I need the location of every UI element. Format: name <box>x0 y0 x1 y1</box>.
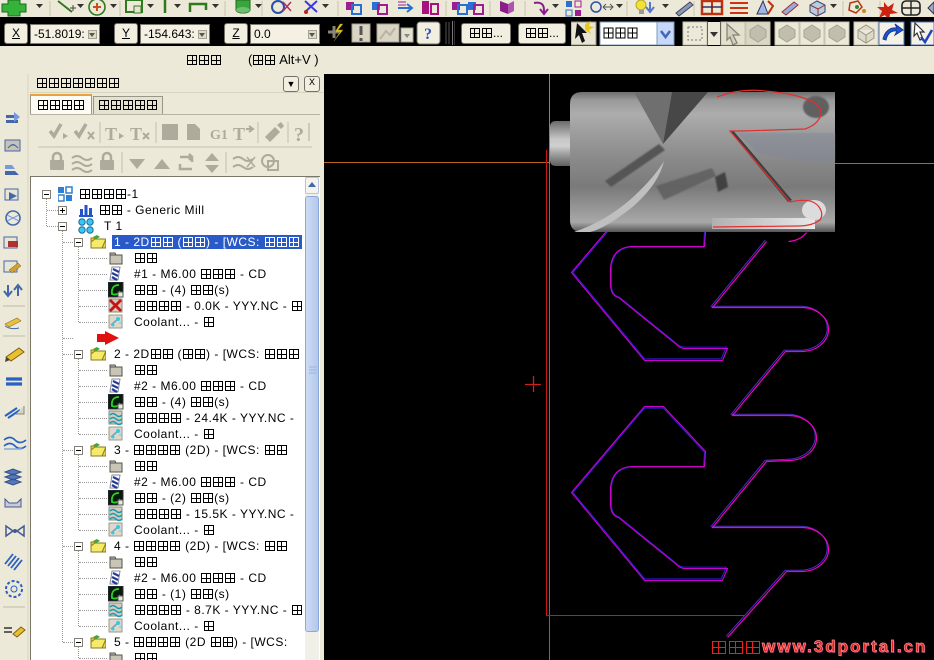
svg-text:T: T <box>233 124 245 144</box>
svg-text:T: T <box>130 124 142 144</box>
svg-text:G1: G1 <box>210 128 228 143</box>
svg-text:T: T <box>105 124 117 144</box>
svg-text:?: ? <box>294 124 304 146</box>
svg-text:?: ? <box>424 26 432 43</box>
